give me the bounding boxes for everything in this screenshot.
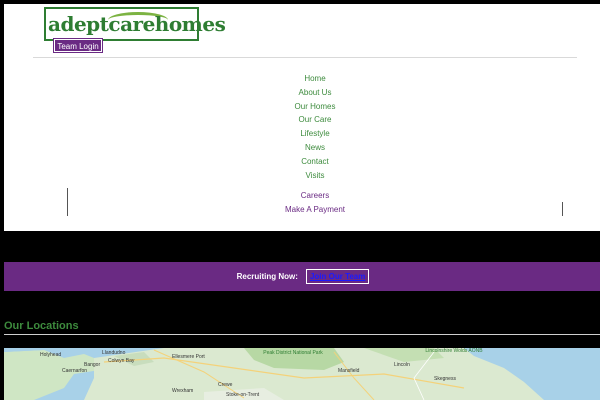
- logo-text: adeptcarehomes: [48, 12, 226, 36]
- nav-item-home[interactable]: Home: [0, 72, 600, 86]
- nav-item-make-a-payment[interactable]: Make A Payment: [0, 203, 600, 217]
- map-label-wrexham: Wrexham: [172, 388, 194, 394]
- nav-item-visits[interactable]: Visits: [0, 169, 600, 183]
- logo-adept: adept: [48, 12, 109, 36]
- map-label-mansfield: Mansfield: [338, 368, 360, 374]
- map-label-crewe: Crewe: [218, 382, 233, 388]
- locations-heading: Our Locations: [4, 320, 79, 332]
- main-nav: Home About Us Our Homes Our Care Lifesty…: [0, 72, 600, 182]
- nav-item-our-care[interactable]: Our Care: [0, 113, 600, 127]
- nav-item-our-homes[interactable]: Our Homes: [0, 100, 600, 114]
- map-label-peak-district: Peak District National Park: [263, 350, 323, 356]
- recruiting-banner: Recruiting Now: Join Our Team: [4, 262, 600, 291]
- map-label-holyhead: Holyhead: [40, 352, 62, 358]
- map-label-caernarfon: Caernarfon: [62, 368, 88, 374]
- page: adeptcarehomes Team Login Home About Us …: [0, 0, 600, 400]
- logo-homes: homes: [154, 12, 226, 36]
- join-our-team-button[interactable]: Join Our Team: [305, 269, 370, 284]
- logo-care: care: [108, 12, 155, 36]
- locations-map[interactable]: Holyhead Llandudno Colwyn Bay Bangor Cae…: [4, 348, 600, 400]
- map-label-colwyn-bay: Colwyn Bay: [108, 358, 135, 364]
- nav-item-news[interactable]: News: [0, 141, 600, 155]
- secondary-nav: Careers Make A Payment: [0, 189, 600, 216]
- map-label-lincoln: Lincoln: [394, 362, 410, 368]
- locations-rule: [4, 334, 600, 335]
- map-label-lincolnshire-wolds: Lincolnshire Wolds AONB: [425, 348, 483, 354]
- nav-item-careers[interactable]: Careers: [0, 189, 600, 203]
- nav-item-about-us[interactable]: About Us: [0, 86, 600, 100]
- nav-item-contact[interactable]: Contact: [0, 155, 600, 169]
- header-divider: [33, 57, 577, 58]
- recruiting-text: Recruiting Now:: [236, 272, 298, 281]
- map-label-stoke-on-trent: Stoke-on-Trent: [226, 392, 260, 398]
- logo[interactable]: adeptcarehomes: [44, 7, 226, 41]
- nav-item-lifestyle[interactable]: Lifestyle: [0, 127, 600, 141]
- map-label-llandudno: Llandudno: [102, 350, 126, 356]
- team-login-button[interactable]: Team Login: [53, 38, 103, 53]
- map-label-skegness: Skegness: [434, 376, 456, 382]
- map-label-ellesmere-port: Ellesmere Port: [172, 354, 205, 360]
